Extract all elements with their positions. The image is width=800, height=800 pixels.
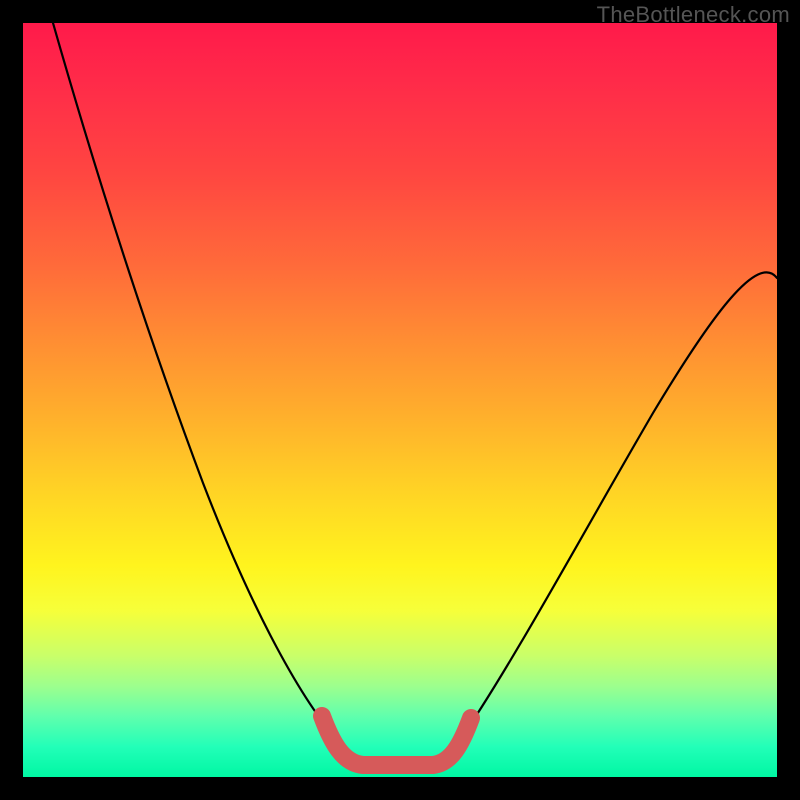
right-curve (458, 272, 777, 743)
left-curve (53, 23, 340, 743)
highlight-band (322, 716, 471, 765)
plot-area (23, 23, 777, 777)
chart-frame: TheBottleneck.com (0, 0, 800, 800)
watermark-text: TheBottleneck.com (597, 2, 790, 28)
chart-svg (23, 23, 777, 777)
